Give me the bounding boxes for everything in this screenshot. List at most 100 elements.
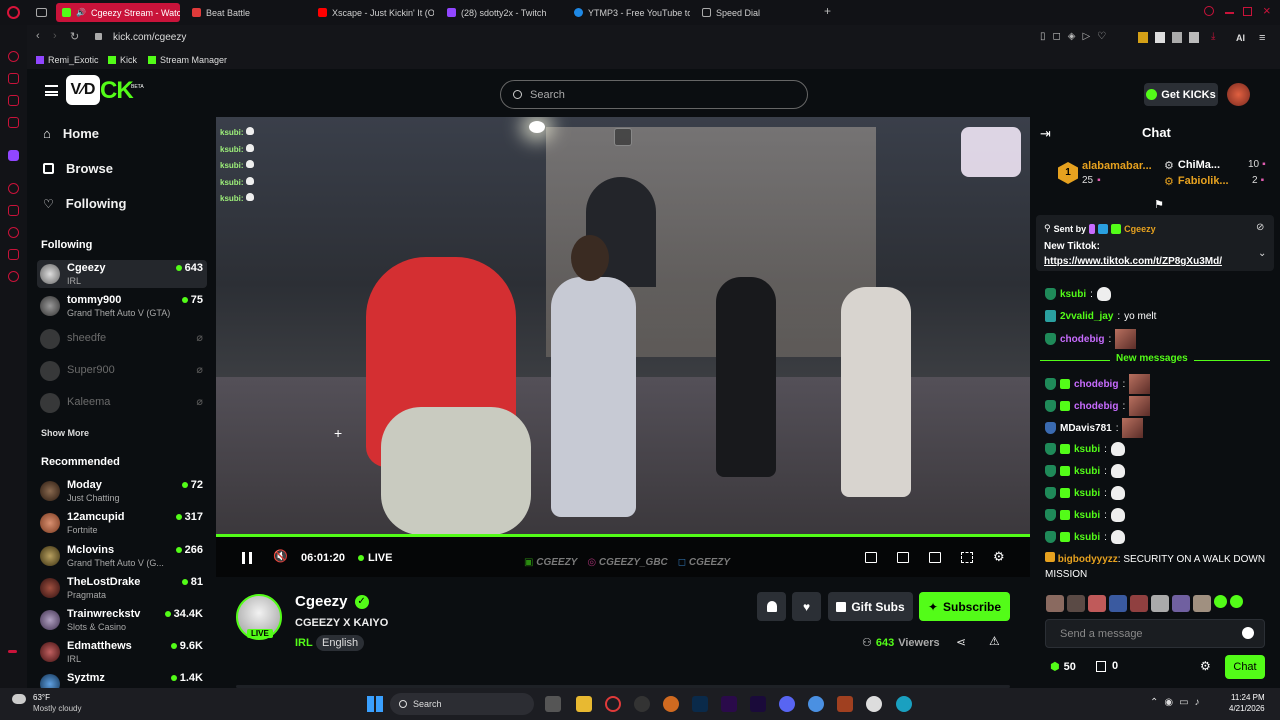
leader-3[interactable]: ⚙ Fabiolik...	[1164, 175, 1229, 188]
language-tag[interactable]: English	[316, 635, 365, 651]
sidebar-app-icon[interactable]	[8, 205, 19, 216]
back-icon[interactable]: ‹	[36, 30, 40, 42]
more-icon[interactable]	[8, 650, 17, 653]
ai-label[interactable]: AI	[1236, 33, 1245, 43]
maximize-icon[interactable]	[1243, 7, 1252, 16]
premiere-icon[interactable]	[721, 696, 737, 712]
forward-icon[interactable]: ›	[53, 30, 57, 42]
follow-button[interactable]: ♥	[792, 592, 821, 621]
url-text[interactable]: kick.com/cgeezy	[113, 32, 186, 43]
taskbar-search[interactable]: Search	[390, 693, 534, 715]
app-taskbar-icon[interactable]	[866, 696, 882, 712]
sidebar-channel-cgeezy[interactable]: Cgeezy IRL 643	[37, 260, 207, 288]
sidebar-app-icon[interactable]	[8, 73, 19, 84]
pause-icon[interactable]	[242, 552, 252, 564]
sidebar-channel-syztmz[interactable]: Syztmz 1.4K	[37, 670, 207, 688]
bookmark-kick[interactable]: Kick	[108, 55, 137, 65]
sidebar-channel-moday[interactable]: Moday Just Chatting 72	[37, 477, 207, 505]
sidebar-channel-thelostdrake[interactable]: TheLostDrake Pragmata 81	[37, 574, 207, 602]
fullscreen-icon[interactable]	[961, 552, 973, 563]
sidebar-app-icon[interactable]	[8, 227, 19, 238]
chat-settings-icon[interactable]: ⚙	[1200, 659, 1211, 673]
workspaces-icon[interactable]	[36, 8, 47, 17]
search-input[interactable]: Search	[500, 80, 808, 109]
sidebar-channel-12amcupid[interactable]: 12amcupid Fortnite 317	[37, 509, 207, 537]
minimize-icon[interactable]	[1225, 12, 1234, 14]
unpin-icon[interactable]: ⊘	[1256, 222, 1264, 233]
collapse-chat-icon[interactable]: ⇥	[1040, 126, 1051, 142]
sidebar-channel-trainwreckstv[interactable]: Trainwreckstv Slots & Casino 34.4K	[37, 606, 207, 634]
pip-icon[interactable]	[865, 552, 877, 563]
app-taskbar-icon[interactable]	[663, 696, 679, 712]
opera-taskbar-icon[interactable]	[605, 696, 621, 712]
theater-mode-icon[interactable]	[929, 552, 941, 563]
sidebar-app-icon[interactable]	[8, 249, 19, 260]
chat-input[interactable]: Send a message	[1045, 619, 1265, 648]
reload-icon[interactable]: ↻	[70, 30, 79, 43]
get-kicks-button[interactable]: Get KICKs	[1144, 83, 1218, 106]
tab-xscape[interactable]: Xscape - Just Kickin' It (O	[312, 3, 434, 22]
sidebar-channel-tommy900[interactable]: tommy900 Grand Theft Auto V (GTA) 75	[37, 292, 207, 320]
leader-name[interactable]: alabamabar...	[1082, 160, 1152, 172]
tab-beat-battle[interactable]: Beat Battle	[186, 3, 306, 22]
kick-logo[interactable]: V⁄D	[66, 75, 100, 105]
tab-ytmp3[interactable]: YTMP3 - Free YouTube to	[568, 3, 690, 22]
mute-icon[interactable]: 🔇	[273, 549, 288, 563]
show-more-link[interactable]: Show More	[41, 428, 89, 438]
search-tabs-icon[interactable]	[1204, 6, 1214, 16]
settings-gear-icon[interactable]: ⚙	[993, 549, 1005, 565]
task-view-icon[interactable]	[545, 696, 561, 712]
file-explorer-icon[interactable]	[576, 696, 592, 712]
pinned-message[interactable]: ⚑ ⚲ Sent by Cgeezy ⊘ New Tiktok: https:/…	[1036, 199, 1274, 271]
kick-logo-text[interactable]: CK	[100, 77, 134, 105]
sidebar-channel-mclovins[interactable]: Mclovins Grand Theft Auto V (G... 266	[37, 542, 207, 570]
clock-date[interactable]: 4/21/2026	[1229, 704, 1265, 713]
system-tray-icons[interactable]: ⌃◉▭♪	[1150, 697, 1206, 708]
popout-icon[interactable]	[614, 128, 632, 146]
app-taskbar-icon[interactable]	[808, 696, 824, 712]
sidebar-channel-kaleema[interactable]: Kaleema ⌀	[37, 389, 207, 417]
new-tab-icon[interactable]: +	[824, 4, 831, 18]
clip-icon[interactable]	[897, 552, 909, 563]
nav-home[interactable]: ⌂ Home	[43, 126, 99, 141]
browser-toolbar-icons[interactable]: ▯◻◈▷♡	[1040, 31, 1113, 42]
gift-subs-button[interactable]: Gift Subs	[828, 592, 913, 621]
sidebar-app-icon[interactable]	[8, 183, 19, 194]
after-effects-icon[interactable]	[750, 696, 766, 712]
opera-logo-icon[interactable]	[7, 6, 20, 19]
hamburger-menu-icon[interactable]	[45, 85, 58, 96]
tab-speed-dial[interactable]: Speed Dial	[696, 3, 816, 22]
stream-category[interactable]: IRL	[295, 637, 313, 649]
bookmark-stream-manager[interactable]: Stream Manager	[148, 55, 227, 65]
windows-start-icon[interactable]	[367, 696, 383, 712]
discord-icon[interactable]	[779, 696, 795, 712]
twitch-sidebar-icon[interactable]	[8, 150, 19, 161]
sidebar-app-icon[interactable]	[8, 117, 19, 128]
notification-bell-button[interactable]	[757, 592, 786, 621]
tab-twitch[interactable]: (28) sdotty2x - Twitch	[441, 3, 563, 22]
app-taskbar-icon[interactable]	[634, 696, 650, 712]
share-icon[interactable]: ⋖	[956, 635, 966, 649]
nav-following[interactable]: ♡ Following	[43, 196, 126, 211]
menu-icon[interactable]: ≡	[1259, 32, 1265, 44]
sidebar-channel-sheedfe[interactable]: sheedfe ⌀	[37, 325, 207, 353]
user-avatar[interactable]	[1227, 83, 1250, 106]
settings-icon[interactable]	[8, 271, 19, 282]
kicks-balance[interactable]: ⬢ 50	[1050, 660, 1076, 674]
sidebar-app-icon[interactable]	[8, 51, 19, 62]
nav-browse[interactable]: Browse	[43, 161, 113, 176]
sidebar-channel-super900[interactable]: Super900 ⌀	[37, 357, 207, 385]
extension-icons[interactable]	[1138, 32, 1202, 43]
download-icon[interactable]: ⤓	[1211, 31, 1215, 42]
video-player[interactable]: ksubi: ksubi: ksubi: ksubi: ksubi: +	[216, 117, 1030, 535]
emote-strip[interactable]	[1046, 595, 1276, 613]
clock-time[interactable]: 11:24 PM	[1231, 693, 1265, 702]
bookmark-remi[interactable]: Remi_Exotic	[36, 55, 99, 65]
subscribe-button[interactable]: ✦ Subscribe	[919, 592, 1010, 621]
emoji-icon[interactable]	[1242, 627, 1254, 639]
edge-icon[interactable]	[896, 696, 912, 712]
pinned-link[interactable]: https://www.tiktok.com/t/ZP8gXu3Md/	[1044, 256, 1222, 267]
channel-name[interactable]: Cgeezy ✓	[295, 593, 369, 610]
close-window-icon[interactable]: ×	[1263, 3, 1271, 18]
chevron-down-icon[interactable]: ⌄	[1258, 248, 1266, 259]
